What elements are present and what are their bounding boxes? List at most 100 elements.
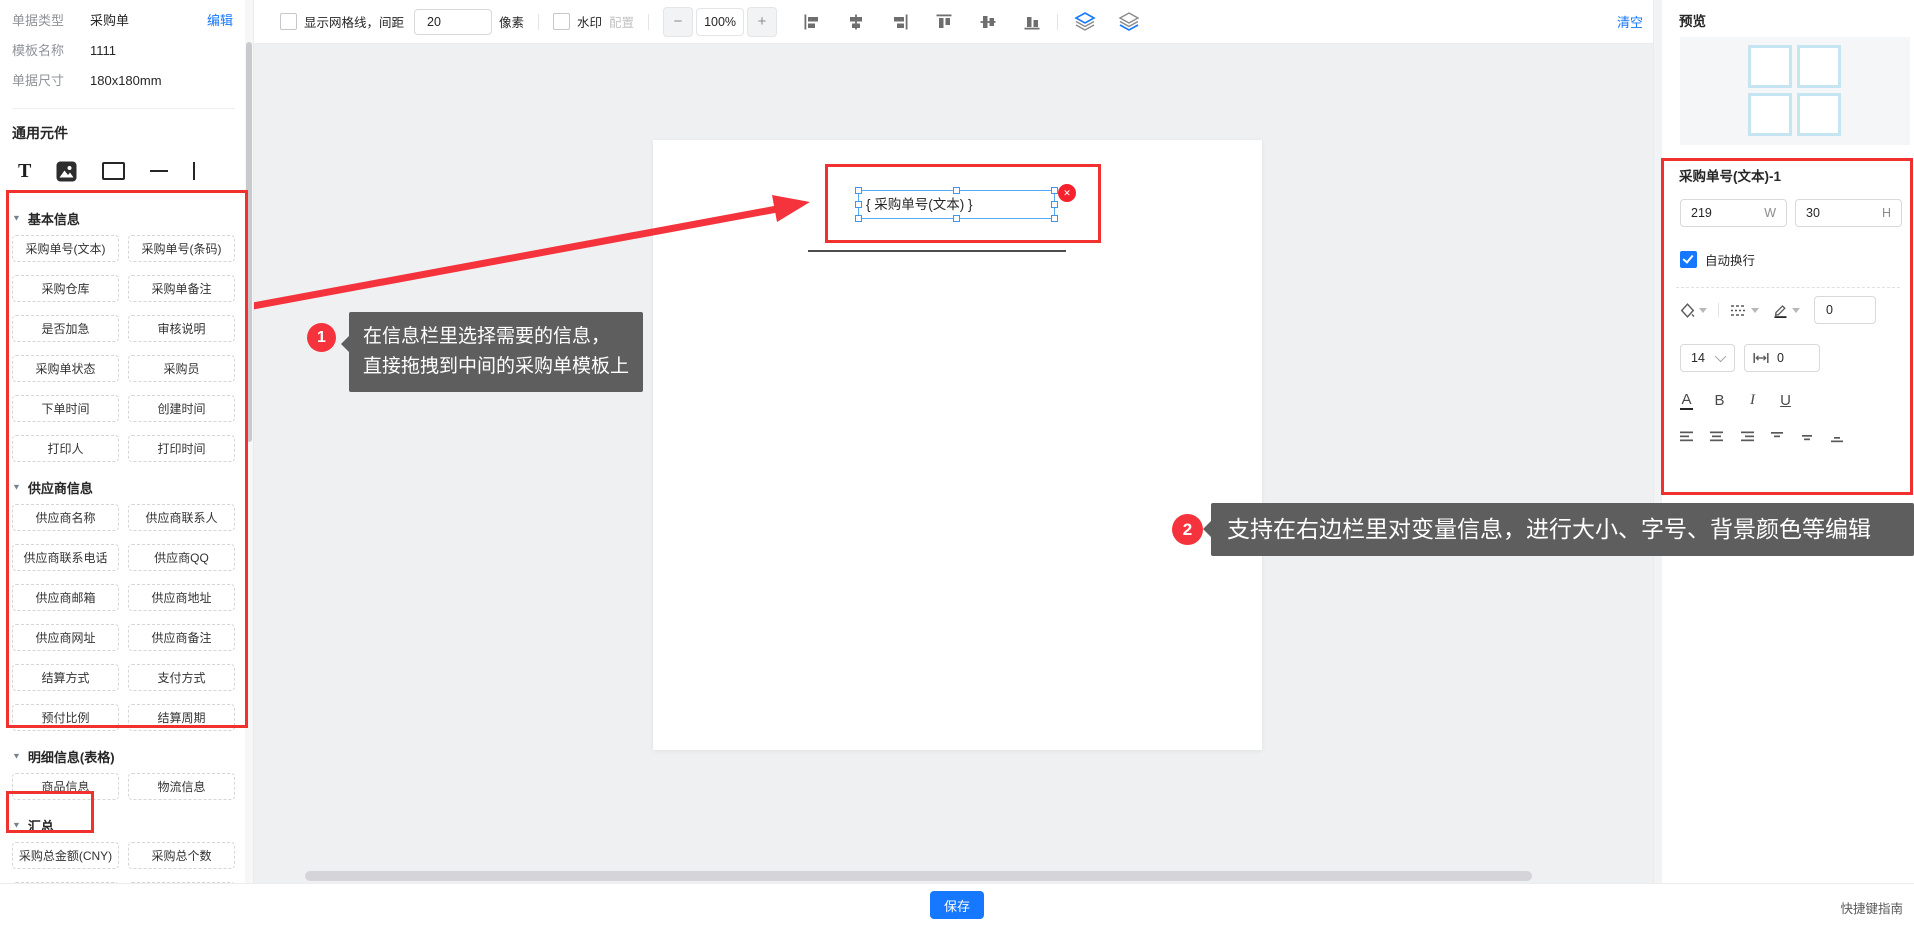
field-button[interactable]: 结算周期 xyxy=(128,704,235,731)
watermark-config-link[interactable]: 配置 xyxy=(609,12,634,31)
border-style-icon xyxy=(1731,304,1746,316)
edit-link[interactable]: 编辑 xyxy=(207,12,233,30)
canvas-horizontal-scrollbar[interactable] xyxy=(305,871,1532,881)
bold-button[interactable]: B xyxy=(1713,392,1726,409)
field-button[interactable]: 采购总金额(CNY) xyxy=(12,842,119,869)
field-button[interactable]: 创建时间 xyxy=(128,395,235,422)
font-color-dropdown[interactable] xyxy=(1773,303,1800,318)
field-button[interactable]: 打印时间 xyxy=(128,435,235,462)
field-button[interactable]: 是否加急 xyxy=(12,315,119,342)
field-button[interactable]: 采购单号(条码) xyxy=(128,235,235,262)
align-bottom-icon[interactable] xyxy=(1023,13,1041,31)
text-align-right-icon[interactable] xyxy=(1738,428,1756,446)
field-button[interactable]: 供应商网址 xyxy=(12,624,119,651)
canvas-area[interactable]: { 采购单号(文本) } ✕ 1 在信息栏里选择需要的信息， 直接拖拽到中间的采… xyxy=(253,44,1653,884)
tooltip-pointer xyxy=(341,336,349,352)
underline-button[interactable]: U xyxy=(1779,392,1792,409)
resize-handle[interactable] xyxy=(952,187,960,194)
field-button[interactable]: 供应商地址 xyxy=(128,584,235,611)
grid-spacing-input[interactable] xyxy=(414,8,493,35)
zoom-in-button[interactable]: + xyxy=(747,6,778,37)
vertical-align-middle-icon[interactable] xyxy=(1798,428,1816,446)
section-header[interactable]: ▼ 基本信息 xyxy=(12,208,235,228)
resize-handle[interactable] xyxy=(855,200,862,208)
italic-button[interactable]: I xyxy=(1746,392,1759,409)
word-wrap-toggle[interactable]: 自动换行 xyxy=(1680,250,1755,269)
selected-text-element[interactable]: { 采购单号(文本) } xyxy=(855,187,1058,222)
resize-handle[interactable] xyxy=(1051,200,1058,208)
font-size-select[interactable]: 14 xyxy=(1680,344,1735,372)
font-size-value: 14 xyxy=(1691,351,1705,365)
field-button[interactable]: 打印人 xyxy=(12,435,119,462)
line-element[interactable] xyxy=(808,250,1066,252)
resize-handle[interactable] xyxy=(855,215,862,222)
template-page[interactable] xyxy=(653,140,1262,750)
section-header[interactable]: ▼ 汇总 xyxy=(12,815,235,835)
field-button[interactable]: 供应商联系电话 xyxy=(12,544,119,571)
resize-handle[interactable] xyxy=(1051,215,1058,222)
delete-element-button[interactable]: ✕ xyxy=(1058,184,1076,202)
border-style-dropdown[interactable] xyxy=(1730,303,1759,318)
clear-canvas-link[interactable]: 清空 xyxy=(1617,12,1643,31)
section-header[interactable]: ▼ 供应商信息 xyxy=(12,477,235,497)
field-button[interactable]: 商品信息 xyxy=(12,773,119,800)
align-center-horizontal-icon[interactable] xyxy=(847,13,865,31)
height-input[interactable]: 30 H xyxy=(1795,199,1902,227)
field-button[interactable]: 结算方式 xyxy=(12,664,119,691)
rect-tool-icon[interactable] xyxy=(102,162,126,180)
align-left-icon[interactable] xyxy=(803,13,821,31)
border-width-input[interactable]: 0 xyxy=(1814,296,1876,324)
step-1-tooltip: 在信息栏里选择需要的信息， 直接拖拽到中间的采购单模板上 xyxy=(341,312,644,392)
font-color-button[interactable]: A xyxy=(1680,391,1693,410)
grid-checkbox[interactable] xyxy=(280,13,297,30)
section-header[interactable]: ▼ 明细信息(表格) xyxy=(12,746,235,766)
word-wrap-checkbox[interactable] xyxy=(1680,251,1697,268)
width-input[interactable]: 219 W xyxy=(1680,199,1787,227)
shortcut-guide-link[interactable]: 快捷键指南 xyxy=(1840,898,1903,917)
hline-tool-icon[interactable] xyxy=(150,170,169,172)
align-right-icon[interactable] xyxy=(891,13,909,31)
send-to-back-icon[interactable] xyxy=(1118,11,1140,32)
watermark-checkbox[interactable] xyxy=(553,13,571,30)
field-grid: 采购总金额(CNY)采购总个数总到货量总待到货量 xyxy=(12,842,235,884)
meta-value: 1111 xyxy=(90,43,117,58)
text-align-left-icon[interactable] xyxy=(1678,428,1696,446)
field-button[interactable]: 采购仓库 xyxy=(12,275,119,302)
letter-spacing-input[interactable]: 0 xyxy=(1744,344,1820,372)
bring-to-front-icon[interactable] xyxy=(1074,11,1096,32)
align-middle-vertical-icon[interactable] xyxy=(979,13,997,31)
field-button[interactable]: 物流信息 xyxy=(128,773,235,800)
save-button[interactable]: 保存 xyxy=(930,891,984,919)
field-button[interactable]: 采购单备注 xyxy=(128,275,235,302)
sidebar-scrollbar-thumb[interactable] xyxy=(246,42,252,442)
field-button[interactable]: 采购总个数 xyxy=(128,842,235,869)
field-button[interactable]: 支付方式 xyxy=(128,664,235,691)
sidebar-meta: 单据类型 采购单 编辑 模板名称 1111 单据尺寸 180x180mm xyxy=(12,12,235,102)
text-align-row xyxy=(1678,428,1846,446)
vertical-align-top-icon[interactable] xyxy=(1768,428,1786,446)
vertical-align-bottom-icon[interactable] xyxy=(1828,428,1846,446)
field-button[interactable]: 供应商QQ xyxy=(128,544,235,571)
fill-color-dropdown[interactable] xyxy=(1680,302,1707,318)
resize-handle[interactable] xyxy=(952,215,960,222)
field-button[interactable]: 采购单号(文本) xyxy=(12,235,119,262)
field-button[interactable]: 采购单状态 xyxy=(12,355,119,382)
field-button[interactable]: 预付比例 xyxy=(12,704,119,731)
field-button[interactable]: 采购员 xyxy=(128,355,235,382)
resize-handle[interactable] xyxy=(855,187,862,194)
image-tool-icon[interactable] xyxy=(56,161,77,182)
meta-row: 单据尺寸 180x180mm xyxy=(12,72,235,102)
align-top-icon[interactable] xyxy=(935,13,953,31)
collapse-caret-icon: ▼ xyxy=(12,820,21,830)
field-button[interactable]: 供应商联系人 xyxy=(128,504,235,531)
vline-tool-icon[interactable] xyxy=(193,162,196,180)
text-tool-icon[interactable]: T xyxy=(18,160,31,183)
field-button[interactable]: 下单时间 xyxy=(12,395,119,422)
text-align-center-icon[interactable] xyxy=(1708,428,1726,446)
field-button[interactable]: 供应商备注 xyxy=(128,624,235,651)
field-button[interactable]: 供应商名称 xyxy=(12,504,119,531)
resize-handle[interactable] xyxy=(1051,187,1058,194)
field-button[interactable]: 供应商邮箱 xyxy=(12,584,119,611)
field-button[interactable]: 审核说明 xyxy=(128,315,235,342)
zoom-out-button[interactable]: − xyxy=(663,6,694,37)
